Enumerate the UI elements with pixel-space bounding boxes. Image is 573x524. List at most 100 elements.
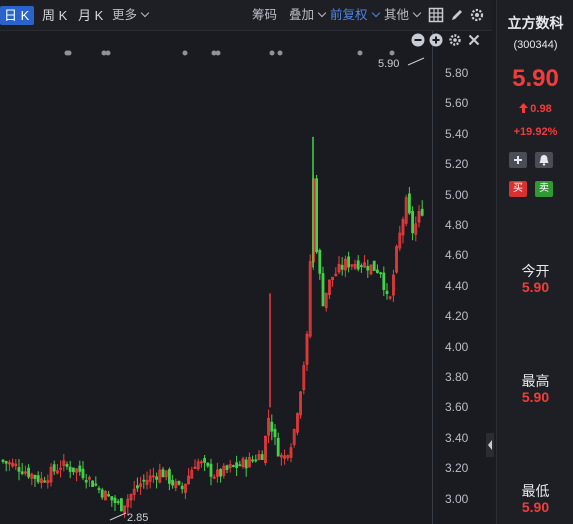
y-tick-label: 3.20 — [445, 461, 469, 476]
candle-body — [270, 421, 274, 432]
settings-icon[interactable] — [469, 7, 485, 23]
candle-body — [180, 485, 184, 490]
candle-body — [97, 488, 101, 490]
candle-body — [372, 260, 376, 271]
high-marker-label: 5.90 — [378, 58, 399, 70]
signal-dot — [105, 50, 111, 56]
candle-body — [347, 256, 351, 268]
candle-body — [225, 465, 229, 470]
grid-icon[interactable] — [428, 7, 444, 23]
candle-body — [17, 467, 21, 472]
candle-body — [20, 471, 24, 474]
kline-plot: 5.90 2.85 — [1, 50, 425, 524]
candle-body — [100, 489, 104, 498]
chips-button[interactable]: 筹码 — [252, 6, 277, 25]
stock-name: 立方数科 — [507, 15, 564, 31]
add-watchlist-button[interactable] — [509, 152, 527, 168]
stock-price: 5.90 — [512, 65, 559, 92]
tab-daily-k[interactable]: 日 K — [0, 6, 34, 25]
candle-body — [411, 211, 415, 234]
close-icon[interactable] — [467, 33, 481, 47]
draw-icon[interactable] — [449, 7, 465, 23]
chevron-down-icon — [317, 8, 327, 18]
y-tick-label: 5.20 — [445, 157, 469, 172]
chart-toolbar: 日 K 周 K 月 K 更多 筹码 叠加 前复权 其他 — [0, 0, 492, 31]
candle-body — [116, 501, 120, 503]
sell-button[interactable]: 卖 — [535, 181, 553, 197]
candle-body — [1, 459, 5, 462]
settings-icon[interactable] — [448, 33, 462, 47]
candle-body — [318, 249, 322, 274]
stock-code: (300344) — [513, 39, 558, 51]
y-tick-label: 5.40 — [445, 126, 469, 141]
candle-body — [94, 483, 98, 486]
alert-button[interactable] — [535, 152, 553, 168]
candle-body — [4, 461, 8, 464]
high-value: 5.90 — [521, 389, 550, 405]
adjust-label: 前复权 — [330, 8, 368, 22]
y-tick-label: 4.80 — [445, 218, 469, 232]
signal-dot — [269, 50, 275, 56]
bell-icon — [539, 155, 549, 166]
candle-body — [167, 469, 171, 484]
y-tick-label: 3.80 — [445, 370, 469, 384]
low-marker-label: 2.85 — [127, 512, 148, 524]
candle-body — [52, 464, 56, 472]
y-tick-label: 3.60 — [445, 400, 469, 415]
candle-body — [72, 467, 75, 473]
buy-button[interactable]: 买 — [509, 181, 527, 197]
overlay-dropdown[interactable]: 叠加 — [289, 6, 327, 25]
chevron-down-icon — [371, 8, 380, 18]
minus-icon[interactable] — [411, 33, 425, 47]
collapse-panel-icon[interactable] — [486, 433, 494, 457]
high-marker-line — [407, 57, 425, 66]
candle-body — [235, 462, 239, 468]
price-change: 0.98 — [497, 103, 573, 115]
candle-body — [171, 479, 175, 486]
candle-body — [238, 464, 242, 467]
y-tick-label: 4.40 — [445, 278, 469, 293]
candle-body — [177, 480, 181, 485]
candle-body — [231, 465, 235, 467]
candle-body — [142, 479, 146, 482]
y-tick-label: 3.40 — [445, 430, 469, 445]
candle-body — [254, 459, 258, 462]
adjust-dropdown[interactable]: 前复权 — [330, 6, 380, 25]
chevron-down-icon — [412, 8, 422, 18]
low-value: 5.90 — [521, 499, 550, 515]
tab-weekly-k[interactable]: 周 K — [38, 6, 72, 25]
candle-body — [65, 464, 69, 467]
change-percent: +19.92% — [513, 126, 558, 138]
candle-body — [375, 269, 379, 273]
candle-body — [407, 193, 411, 214]
other-dropdown[interactable]: 其他 — [384, 6, 422, 25]
overlay-label: 叠加 — [289, 8, 315, 22]
change-value: 0.98 — [530, 103, 552, 115]
candle-body — [315, 178, 319, 253]
plus-icon[interactable] — [429, 33, 443, 47]
candle-body — [110, 496, 114, 501]
candle-body — [91, 480, 94, 487]
plus-icon — [514, 156, 522, 164]
candle-body — [340, 264, 344, 270]
signal-dot — [182, 50, 188, 56]
low-marker-line — [109, 512, 127, 521]
stock-info-panel: 立方数科 (300344) 5.90 0.98 +19.92% 买 卖 今开 5… — [496, 0, 573, 524]
tab-monthly-k[interactable]: 月 K — [74, 6, 108, 25]
high-label: 最高 — [521, 373, 550, 389]
candle-body — [203, 458, 207, 463]
y-tick-label: 4.00 — [445, 339, 469, 354]
low-label: 最低 — [521, 483, 550, 499]
open-label: 今开 — [521, 263, 550, 279]
y-tick-label: 3.00 — [445, 491, 469, 506]
signal-dot — [66, 50, 72, 56]
signal-dot — [215, 50, 221, 56]
more-dropdown[interactable]: 更多 — [112, 6, 150, 25]
candle-body — [244, 459, 248, 469]
candle-body — [209, 463, 213, 477]
candle-body — [273, 428, 277, 438]
y-tick-label: 5.00 — [445, 187, 469, 202]
y-tick-label: 4.20 — [445, 309, 469, 324]
other-label: 其他 — [384, 8, 410, 22]
more-label: 更多 — [112, 8, 138, 22]
